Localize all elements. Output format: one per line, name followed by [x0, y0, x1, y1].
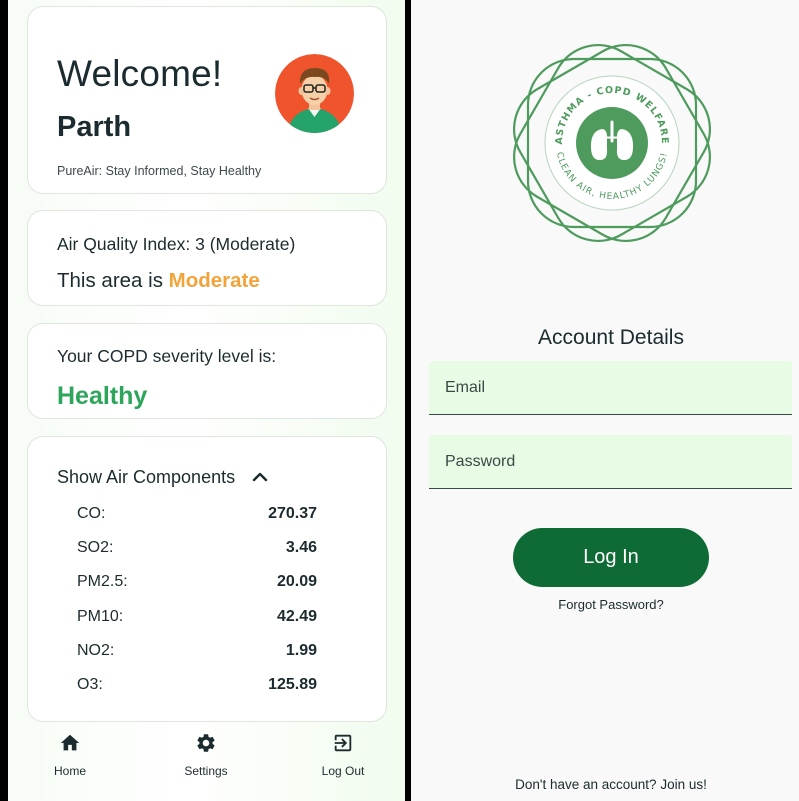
forgot-password-link[interactable]: Forgot Password? [411, 597, 799, 612]
component-value: 20.09 [276, 573, 317, 591]
asthma-copd-welfare-logo: ASTHMA - COPD WELFARE CLEAN AIR, HEALTHY… [512, 43, 712, 243]
user-avatar-icon [275, 54, 354, 133]
nav-logout[interactable]: Log Out [298, 732, 388, 778]
user-name: Parth [57, 111, 132, 143]
chevron-up-icon [252, 472, 268, 482]
component-row-so2: SO2: 3.46 [77, 539, 317, 573]
component-value: 1.99 [285, 641, 317, 659]
component-value: 125.89 [268, 675, 317, 693]
nav-logout-label: Log Out [321, 764, 365, 778]
bottom-navigation: Home Settings Log Out [8, 726, 405, 801]
aqi-index-text: Air Quality Index: 3 (Moderate) [57, 234, 296, 254]
component-row-pm10: PM10: 42.49 [77, 608, 317, 642]
air-components-list: CO: 270.37 SO2: 3.46 PM2.5: 20.09 PM10: … [77, 505, 317, 710]
component-name: O3: [77, 675, 103, 693]
copd-severity-level: Healthy [57, 382, 148, 410]
component-name: SO2: [77, 539, 114, 557]
welcome-greeting: Welcome! [57, 53, 223, 94]
email-input[interactable] [429, 361, 792, 414]
home-icon [60, 734, 80, 751]
home-screen: Welcome! Parth PureAir: Stay Informed, S… [8, 0, 405, 801]
component-name: CO: [77, 505, 106, 522]
account-details-title: Account Details [538, 326, 684, 349]
component-name: PM2.5: [77, 573, 128, 591]
air-quality-card: Air Quality Index: 3 (Moderate) This are… [27, 210, 387, 306]
password-field[interactable] [429, 435, 792, 489]
nav-settings-label: Settings [184, 764, 228, 778]
logout-icon [334, 734, 352, 752]
login-screen: ASTHMA - COPD WELFARE CLEAN AIR, HEALTHY… [411, 0, 799, 801]
component-name: NO2: [77, 641, 115, 659]
air-components-toggle-label: Show Air Components [57, 466, 236, 487]
email-field[interactable] [429, 361, 792, 415]
air-components-card: Show Air Components CO: 270.37 SO2: 3.46… [27, 436, 387, 722]
password-input[interactable] [429, 435, 792, 488]
component-row-pm25: PM2.5: 20.09 [77, 573, 317, 607]
login-button[interactable]: Log In [513, 528, 709, 587]
aqi-area-prefix: This area is [57, 269, 169, 292]
component-value: 42.49 [276, 607, 317, 625]
signup-link[interactable]: Don't have an account? Join us! [411, 777, 799, 792]
component-value: 270.37 [268, 505, 317, 522]
gear-icon [197, 734, 215, 752]
nav-home[interactable]: Home [25, 732, 115, 778]
component-row-co: CO: 270.37 [77, 505, 317, 539]
air-components-toggle[interactable]: Show Air Components [57, 466, 269, 488]
app-tagline: PureAir: Stay Informed, Stay Healthy [57, 164, 262, 178]
welcome-card: Welcome! Parth PureAir: Stay Informed, S… [27, 6, 387, 194]
component-value: 3.46 [285, 539, 317, 557]
component-name: PM10: [77, 607, 124, 625]
copd-severity-label: Your COPD severity level is: [57, 346, 277, 366]
aqi-area-status: Moderate [168, 269, 260, 292]
lungs-icon [576, 107, 648, 179]
aqi-area-line: This area is Moderate [57, 269, 260, 293]
nav-settings[interactable]: Settings [161, 732, 251, 778]
copd-card: Your COPD severity level is: Healthy [27, 323, 387, 419]
component-row-no2: NO2: 1.99 [77, 642, 317, 676]
component-row-o3: O3: 125.89 [77, 676, 317, 710]
nav-home-label: Home [53, 764, 86, 778]
